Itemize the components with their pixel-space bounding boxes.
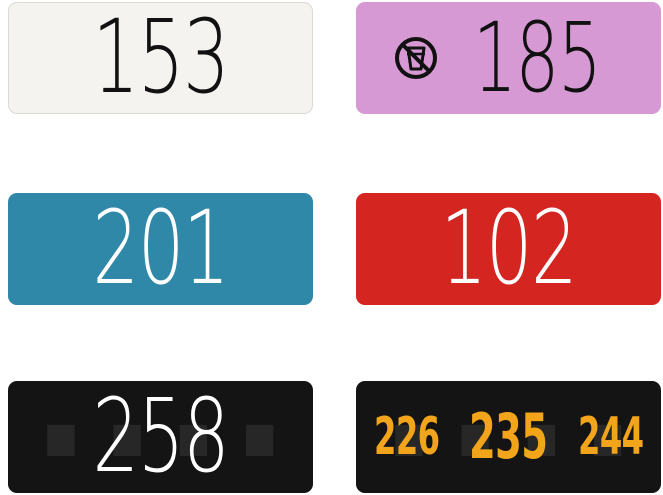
plate-number: 258: [92, 381, 230, 493]
plate-number: 102: [440, 193, 578, 305]
number-plate-white: 153: [8, 2, 313, 114]
number-plate-black-white: ▮ ▮ ▮ ▮ 258: [8, 381, 313, 493]
plate-number: 244: [577, 407, 644, 467]
no-drinking-cup-icon: [392, 34, 440, 82]
plate-number: 153: [92, 2, 230, 114]
plate-number: 235: [469, 400, 548, 473]
number-plate-black-orange: ▮ ▮ ▮ ▮ 226 235 244: [356, 381, 661, 493]
plate-number: 185: [472, 2, 602, 114]
number-plate-blue: 201: [8, 193, 313, 305]
number-plate-lilac: 185: [356, 2, 661, 114]
plate-number: 201: [92, 193, 230, 305]
number-plate-red: 102: [356, 193, 661, 305]
plate-number: 226: [373, 407, 440, 467]
